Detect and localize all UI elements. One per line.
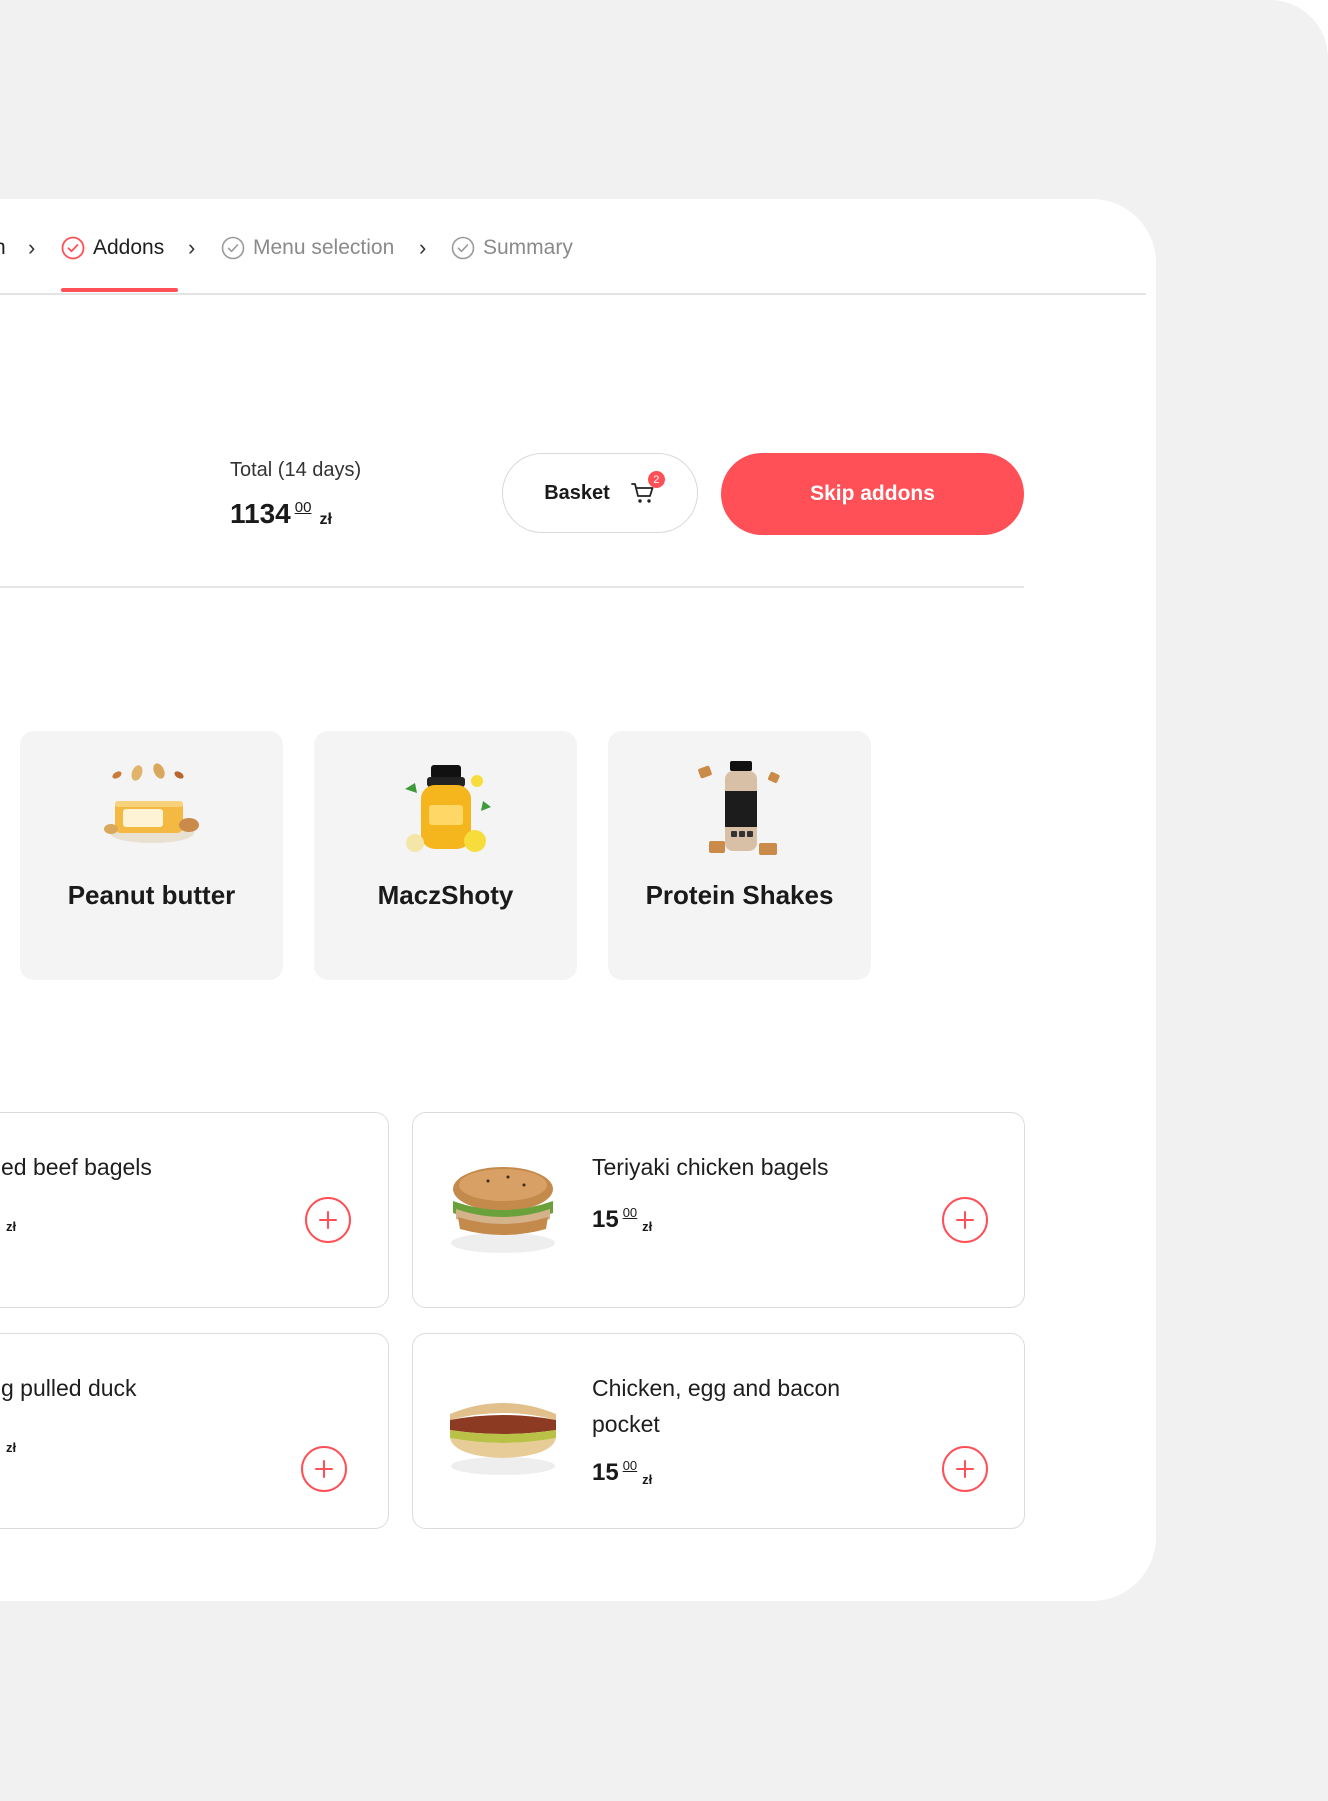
plus-icon <box>956 1211 974 1229</box>
basket-button[interactable]: Basket 2 <box>502 453 698 533</box>
pocket-sandwich-image <box>438 1384 568 1484</box>
skip-addons-button[interactable]: Skip addons <box>721 453 1024 535</box>
section-divider <box>0 586 1024 588</box>
add-button[interactable] <box>305 1197 351 1243</box>
product-card[interactable]: Chicken, egg and bacon pocket 15 00 zł <box>412 1333 1025 1529</box>
bagel-image <box>438 1159 568 1259</box>
juice-shot-bottle-icon <box>391 761 501 861</box>
stepper-divider <box>0 293 1146 295</box>
peanut-butter-jar-icon <box>97 761 207 861</box>
add-button[interactable] <box>301 1446 347 1492</box>
category-peanut-butter[interactable]: Peanut butter <box>20 731 283 980</box>
step-menu-selection[interactable]: Menu selection <box>221 233 394 263</box>
check-circle-icon <box>221 236 245 260</box>
total-price: 1134 00 zł <box>230 498 332 529</box>
device-frame: n › Addons › Menu selection › Summary To… <box>0 0 1328 1801</box>
active-step-indicator <box>61 288 178 292</box>
add-button[interactable] <box>942 1446 988 1492</box>
check-circle-icon <box>451 236 475 260</box>
category-maczshoty[interactable]: MaczShoty <box>314 731 577 980</box>
check-circle-icon <box>61 236 85 260</box>
plus-icon <box>315 1460 333 1478</box>
step-addons[interactable]: Addons <box>61 233 164 263</box>
category-protein-shakes[interactable]: Protein Shakes <box>608 731 871 980</box>
chevron-right-icon: › <box>419 235 427 260</box>
cart-count-badge: 2 <box>647 471 665 488</box>
protein-shake-bottle-icon <box>685 761 795 861</box>
add-button[interactable] <box>942 1197 988 1243</box>
plus-icon <box>319 1211 337 1229</box>
product-card[interactable]: ed beef bagels zł <box>0 1112 389 1308</box>
stepper: n › Addons › Menu selection › Summary <box>0 199 1146 295</box>
plus-icon <box>956 1460 974 1478</box>
product-card[interactable]: g pulled duck zł <box>0 1333 389 1529</box>
cart-icon: 2 <box>630 471 665 506</box>
chevron-right-icon: › <box>188 235 196 260</box>
step-summary[interactable]: Summary <box>451 233 573 263</box>
chevron-right-icon: › <box>28 235 36 260</box>
total-label: Total (14 days) <box>230 459 362 481</box>
step-previous[interactable]: n <box>0 233 6 263</box>
product-card[interactable]: Teriyaki chicken bagels 15 00 zł <box>412 1112 1025 1308</box>
